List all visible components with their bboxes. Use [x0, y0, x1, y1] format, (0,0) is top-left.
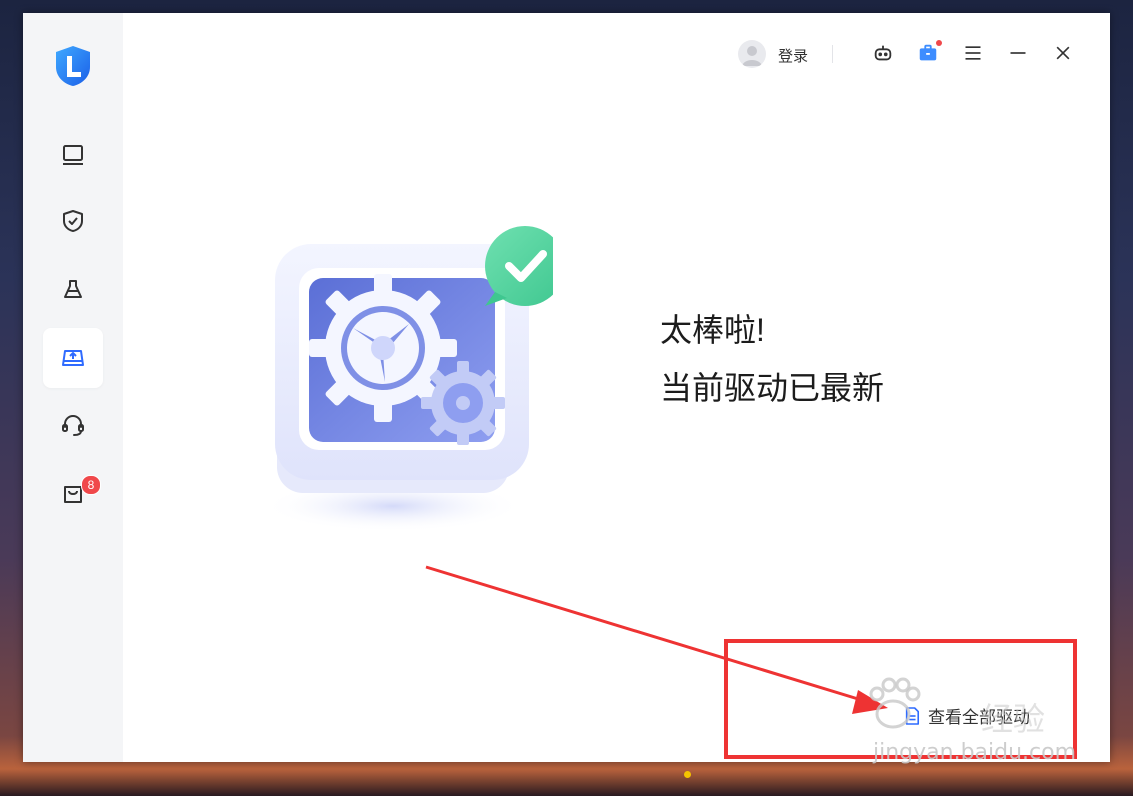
assistant-button[interactable]: [871, 41, 895, 65]
notification-badge: 8: [81, 475, 101, 495]
title-bar: 登录: [690, 13, 1110, 93]
success-message-subtitle: 当前驱动已最新: [660, 370, 885, 406]
sidebar-item-cleanup[interactable]: [43, 259, 103, 319]
briefcase-icon: [919, 44, 937, 61]
sidebar-item-shop[interactable]: 8: [43, 462, 103, 522]
sidebar-item-computer[interactable]: [43, 125, 103, 185]
document-icon: [905, 706, 920, 725]
sidebar-item-drivers[interactable]: [43, 328, 103, 388]
divider: [832, 45, 833, 63]
toolbox-button[interactable]: [916, 40, 942, 65]
driver-update-icon: [62, 350, 84, 366]
avatar[interactable]: [738, 40, 766, 68]
menu-button[interactable]: [961, 41, 985, 65]
sidebar: 8: [23, 13, 123, 762]
notification-dot: [936, 40, 942, 46]
hamburger-menu-icon: [965, 46, 981, 60]
headset-icon: [62, 415, 84, 436]
taskbar-indicator: [684, 771, 691, 778]
minimize-icon: [1010, 52, 1026, 54]
monitor-icon: [63, 145, 83, 165]
app-logo-icon: [56, 46, 90, 86]
view-all-drivers-label: 查看全部驱动: [928, 708, 1030, 727]
driver-status-illustration: [263, 226, 553, 532]
shield-check-icon: [63, 210, 83, 232]
success-message-title: 太棒啦!: [660, 312, 765, 348]
sidebar-item-security[interactable]: [43, 191, 103, 251]
login-link[interactable]: 登录: [778, 45, 808, 66]
close-icon: [1056, 46, 1070, 60]
user-icon: [742, 46, 762, 66]
app-window: 8 登录 太棒啦! 当前驱动已最新 查看全部驱动: [23, 13, 1110, 762]
cleaner-icon: [64, 280, 82, 298]
sidebar-item-support[interactable]: [43, 395, 103, 455]
close-button[interactable]: [1051, 41, 1075, 65]
view-all-drivers-link[interactable]: 查看全部驱动: [904, 703, 1030, 728]
robot-icon: [874, 45, 892, 61]
minimize-button[interactable]: [1006, 41, 1030, 65]
